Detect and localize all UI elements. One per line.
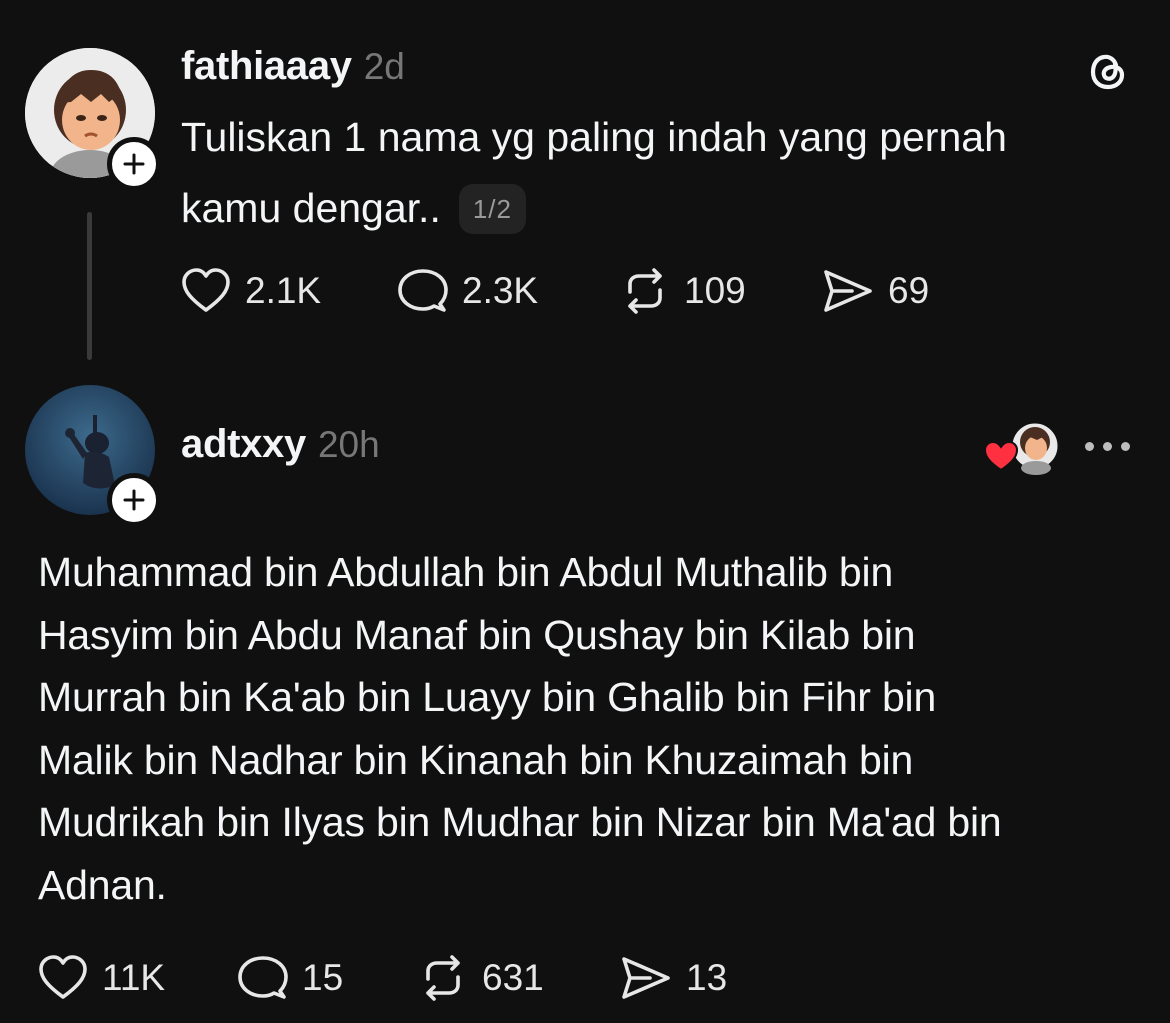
reply-text-line: Hasyim bin Abdu Manaf bin Qushay bin Kil… bbox=[38, 611, 916, 658]
liked-heart-icon bbox=[983, 440, 1019, 472]
plus-icon bbox=[123, 153, 145, 175]
post-author-username[interactable]: fathiaaay bbox=[181, 44, 352, 89]
more-dot bbox=[1121, 441, 1130, 451]
post-share-count: 69 bbox=[888, 270, 930, 311]
page-indicator-badge[interactable]: 1/2 bbox=[458, 184, 526, 234]
send-icon bbox=[622, 957, 670, 999]
post-text-line-2-text: kamu dengar.. bbox=[181, 185, 441, 231]
post-header: fathiaaay 2d bbox=[181, 44, 405, 94]
reply-like-count: 11K bbox=[102, 957, 166, 998]
threads-logo-icon[interactable] bbox=[1085, 48, 1131, 94]
liked-by-author-indicator bbox=[983, 420, 1069, 476]
reply-comment-button[interactable]: 15 bbox=[236, 955, 343, 1001]
repost-icon bbox=[628, 268, 662, 314]
repost-icon bbox=[426, 955, 460, 1001]
heart-icon bbox=[39, 955, 87, 999]
post-body: Tuliskan 1 nama yg paling indah yang per… bbox=[181, 102, 1141, 244]
thread-connector-line bbox=[87, 212, 92, 360]
follow-author-button[interactable] bbox=[107, 137, 161, 191]
reply-text-line: Mudrikah bin Ilyas bin Mudhar bin Nizar … bbox=[38, 799, 1002, 845]
reply-share-button[interactable]: 13 bbox=[620, 955, 727, 1001]
plus-icon bbox=[123, 489, 145, 511]
more-options-button[interactable] bbox=[1085, 441, 1130, 451]
reply-repost-count: 631 bbox=[482, 957, 544, 998]
post-timestamp: 2d bbox=[363, 46, 405, 87]
post-comment-count: 2.3K bbox=[462, 270, 539, 311]
post-share-button[interactable]: 69 bbox=[822, 268, 929, 314]
more-dot bbox=[1085, 441, 1094, 451]
heart-icon bbox=[182, 268, 230, 312]
reply-header: adtxxy 20h bbox=[181, 422, 380, 472]
post-like-count: 2.1K bbox=[245, 270, 322, 311]
post-text-line-1: Tuliskan 1 nama yg paling indah yang per… bbox=[181, 114, 1007, 160]
more-dot bbox=[1103, 441, 1112, 451]
post-repost-button[interactable]: 109 bbox=[620, 268, 746, 314]
reply-text-line: Adnan. bbox=[38, 861, 167, 908]
reply-text-line: Malik bin Nadhar bin Kinanah bin Khuzaim… bbox=[38, 736, 914, 783]
reply-text-line: Muhammad bin Abdullah bin Abdul Muthalib… bbox=[38, 549, 894, 595]
reply-timestamp: 20h bbox=[317, 424, 380, 465]
reply-body: Muhammad bin Abdullah bin Abdul Muthalib… bbox=[38, 541, 1148, 916]
reply-text-line: Murrah bin Ka'ab bin Luayy bin Ghalib bi… bbox=[38, 674, 937, 720]
post-text-line-2: kamu dengar.. 1/2 bbox=[181, 173, 1141, 244]
reply-repost-button[interactable]: 631 bbox=[418, 955, 544, 1001]
send-icon bbox=[824, 270, 872, 312]
comment-bubble-icon bbox=[238, 956, 288, 999]
comment-bubble-icon bbox=[398, 269, 448, 312]
post-like-button[interactable]: 2.1K bbox=[181, 268, 321, 314]
reply-like-button[interactable]: 11K bbox=[38, 955, 165, 1001]
reply-share-count: 13 bbox=[686, 957, 728, 998]
follow-reply-author-button[interactable] bbox=[107, 473, 161, 527]
reply-author-username[interactable]: adtxxy bbox=[181, 422, 306, 467]
post-comment-button[interactable]: 2.3K bbox=[396, 268, 538, 314]
reply-comment-count: 15 bbox=[302, 957, 344, 998]
post-repost-count: 109 bbox=[684, 270, 746, 311]
